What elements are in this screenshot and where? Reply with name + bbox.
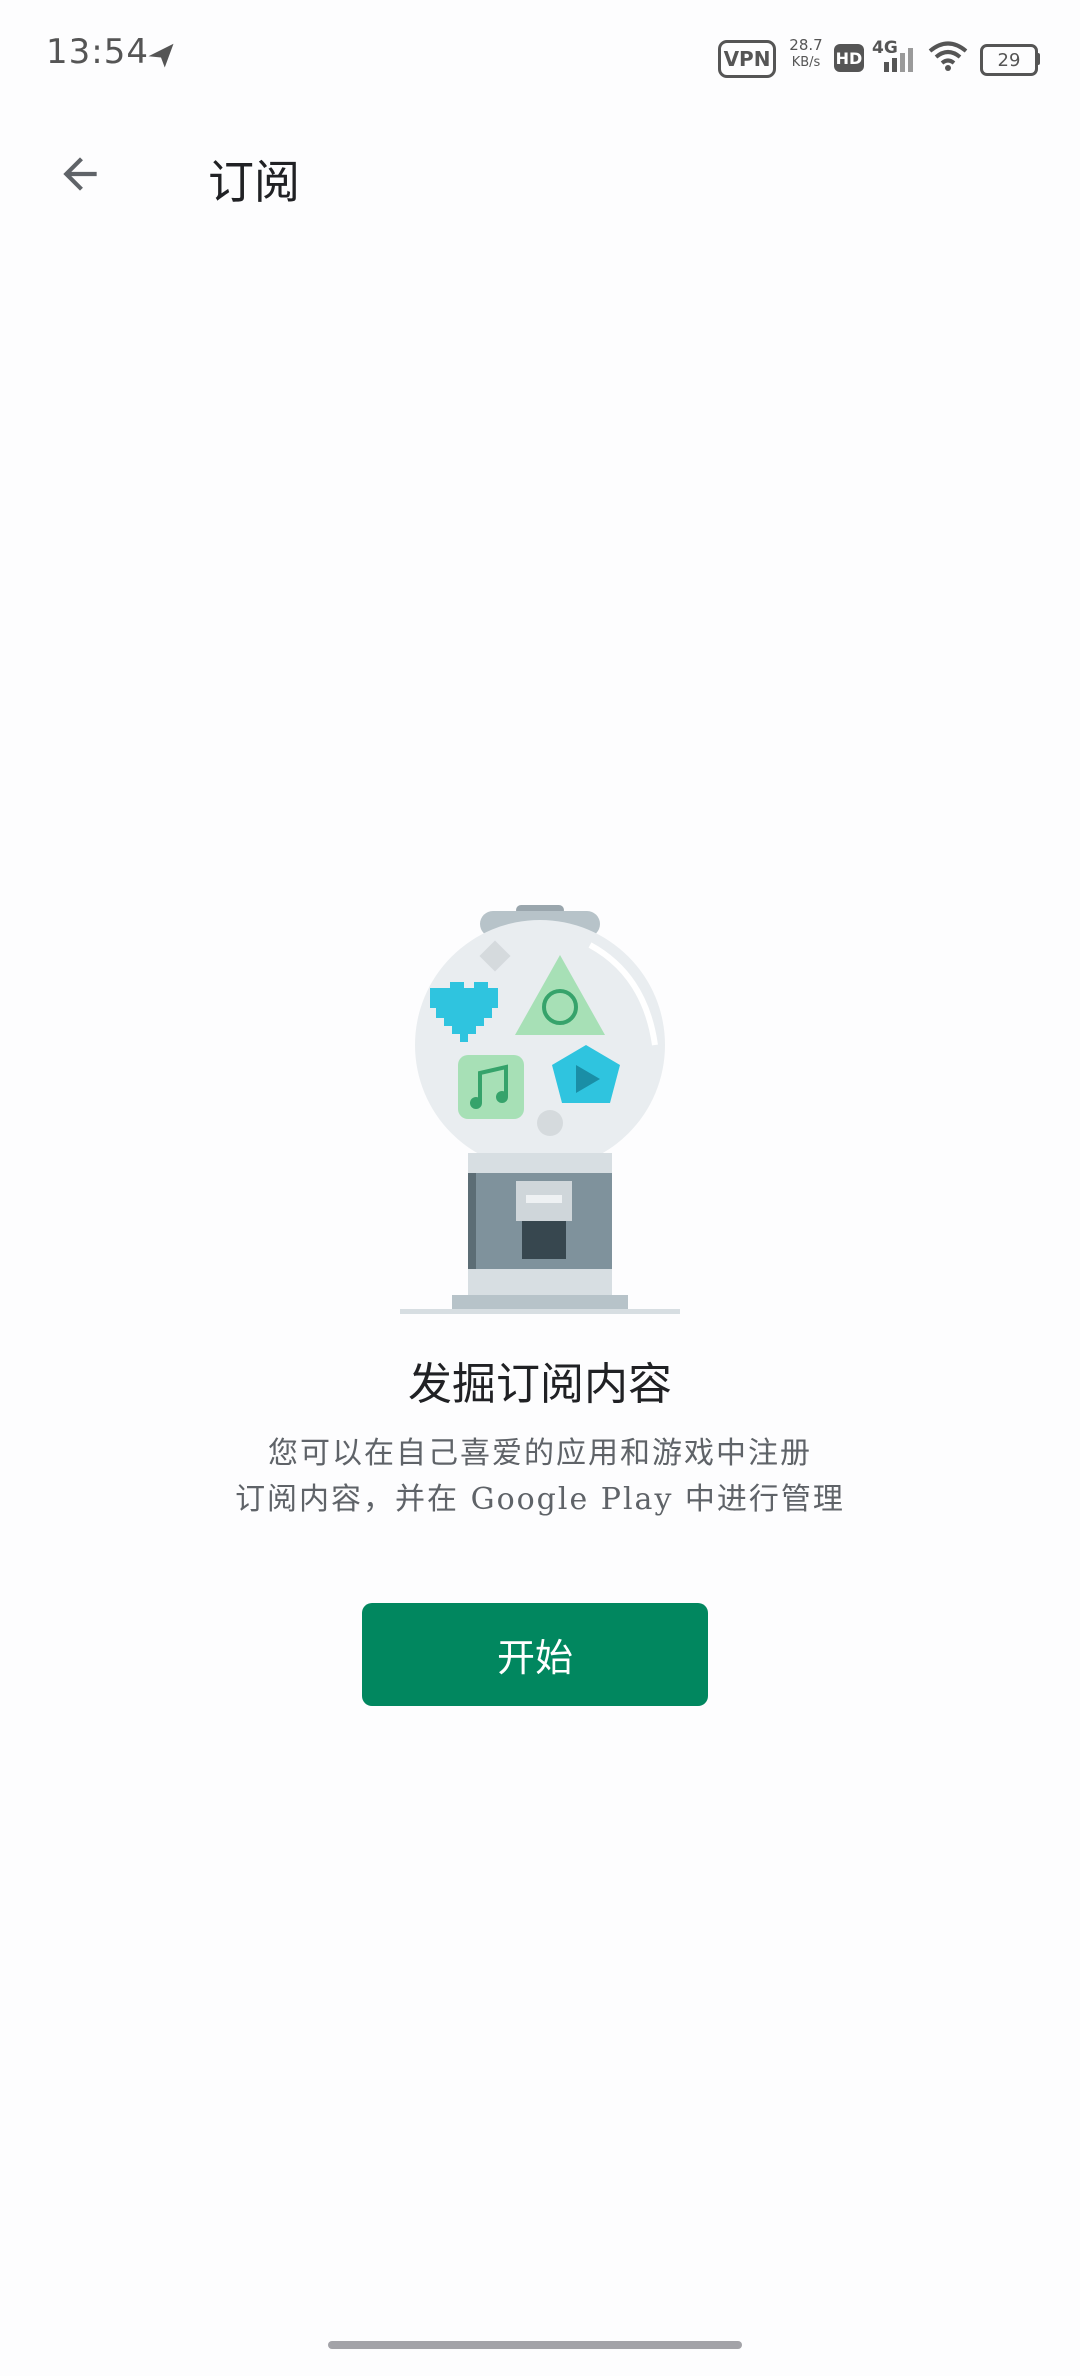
battery-level: 29 <box>997 49 1021 71</box>
status-time: 13:54 <box>46 32 149 72</box>
back-arrow-icon <box>63 157 97 191</box>
battery-icon: 29 <box>980 44 1038 76</box>
page-title: 订阅 <box>208 155 300 209</box>
wifi-icon <box>928 41 968 71</box>
send-icon <box>148 43 174 68</box>
home-indicator[interactable] <box>328 2341 742 2349</box>
start-button[interactable]: 开始 <box>362 1603 708 1706</box>
vpn-label: VPN <box>723 47 771 71</box>
battery-tip <box>1036 53 1040 65</box>
hd-badge: HD <box>834 44 864 72</box>
cellular-signal-icon: 4G <box>872 38 916 74</box>
empty-state-description-line1: 您可以在自己喜爱的应用和游戏中注册 <box>268 1436 812 1471</box>
back-button[interactable] <box>46 140 114 208</box>
status-bar: 13:54 VPN 28.7 KB/s HD 4G 29 <box>0 0 1080 110</box>
gumball-machine-illustration <box>400 905 680 1314</box>
empty-state-description-line2: 订阅内容，并在 Google Play 中进行管理 <box>235 1482 845 1517</box>
network-speed: 28.7 KB/s <box>786 36 826 72</box>
speed-value: 28.7 <box>789 36 823 54</box>
speed-unit: KB/s <box>791 55 821 70</box>
hd-label: HD <box>835 48 863 68</box>
empty-state-headline: 发掘订阅内容 <box>408 1359 672 1410</box>
vpn-badge: VPN <box>718 40 776 78</box>
